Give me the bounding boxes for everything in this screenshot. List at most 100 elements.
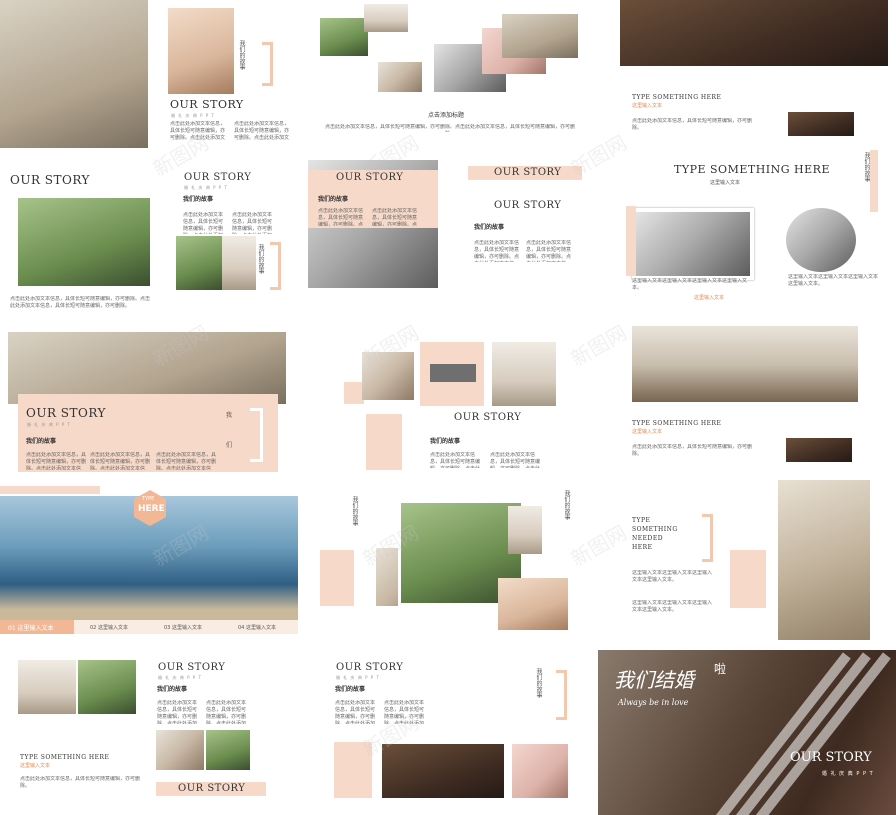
input-text: 这里输入文本 bbox=[632, 429, 663, 435]
cover-story: OUR STORY bbox=[790, 750, 872, 765]
slide-5-2: OUR STORY 婚 礼 庆 典 P P T 我们的故事 点击此处添加文本信息… bbox=[300, 648, 598, 815]
slide-subtitle: 婚 礼 庆 典 P P T bbox=[171, 113, 215, 118]
slide-title: OUR STORY bbox=[336, 662, 404, 673]
our-story-cn: 我们的故事 bbox=[183, 196, 214, 203]
slide-title: OUR STORY bbox=[26, 406, 106, 420]
vertical-title: 我们的故事 bbox=[238, 40, 245, 70]
slide-title: OUR STORY bbox=[170, 98, 244, 111]
bw-round-photo bbox=[786, 208, 856, 272]
input-text: 这里输入文本 bbox=[632, 103, 663, 109]
slide-4-1: TYPE HERE 01 这里输入文本 02 这里输入文本 03 这里输入文本 … bbox=[0, 486, 298, 636]
body-text-2: 点击此处添加文本信息，具体长短可随意编辑，亦可删除。点击此处添加文本信息，具体长… bbox=[372, 208, 418, 226]
slide-3-3: TYPE SOMETHING HERE 这里输入文本 点击此处添加文本信息，具体… bbox=[598, 318, 896, 476]
body-text: 点击此处添加文本信息，具体长短可随意编辑，亦可删除。点击此处添加文本信息，具体长… bbox=[318, 208, 364, 226]
type-something-needed: TYPE SOMETHING NEEDED HERE bbox=[632, 517, 678, 551]
cover-title: 我们结婚 bbox=[614, 668, 694, 692]
tab-2[interactable]: 02 这里输入文本 bbox=[90, 624, 128, 631]
slide-2-3: TYPE SOMETHING HERE 这里输入文本 我们的故事 这里输入文本这… bbox=[598, 150, 896, 310]
vertical-title-2: 我们的故事 bbox=[563, 490, 570, 520]
bracket-decoration bbox=[270, 242, 281, 290]
tab-1[interactable]: 01 这里输入文本 bbox=[8, 623, 54, 632]
input-text: 这里输入文本 bbox=[710, 180, 741, 186]
type-something: TYPE SOMETHING HERE bbox=[20, 754, 110, 761]
vertical-men: 们 bbox=[226, 442, 233, 449]
body-text: 点击此处添加文本信息，具体长短可随意编辑，亦可删除。 bbox=[632, 118, 753, 131]
body-text-2: 点击此处添加文本信息，具体长短可随意编辑，亦可删除。点击此处添加文本信息，具体长… bbox=[490, 452, 541, 468]
slide-title-2: OUR STORY bbox=[178, 783, 246, 794]
our-story-cn-2: 我们的故事 bbox=[474, 224, 505, 231]
body-text-2: 点击此处添加文本信息，具体长短可随意编辑，亦可删除。点击此处添加文本信息，具体长… bbox=[157, 700, 198, 724]
castle-couple-photo bbox=[778, 480, 870, 640]
slide-2-2: OUR STORY 我们的故事 点击此处添加文本信息，具体长短可随意编辑，亦可删… bbox=[300, 160, 598, 310]
slide-1-1: OUR STORY 婚 礼 庆 典 P P T 点击此处添加文本信息，具体长短可… bbox=[0, 0, 298, 148]
type-something: TYPE SOMETHING HERE bbox=[632, 94, 722, 101]
slide-subtitle: 婚 礼 庆 典 P P T bbox=[27, 422, 71, 427]
our-story-cn: 我们的故事 bbox=[157, 686, 188, 693]
our-story-cn: 我们的故事 bbox=[318, 196, 349, 203]
type-something-title: TYPE SOMETHING HERE bbox=[674, 163, 830, 176]
body-text-3: 点击此处添加文本信息，具体长短可随意编辑，亦可删除。点击此处添加文本信息，具体长… bbox=[156, 452, 216, 470]
badge-here: HERE bbox=[138, 504, 165, 514]
slide-subtitle: 婚 礼 庆 典 P P T bbox=[336, 675, 380, 680]
body-text-3: 点击此处添加文本信息，具体长短可随意编辑，亦可删除。点击此处添加文本信息，具体长… bbox=[206, 700, 247, 724]
couple-running-photo bbox=[18, 198, 150, 286]
photo-couple-3 bbox=[378, 62, 422, 92]
input-long: 这里输入文本这里输入文本这里输入文本这里输入文本。 bbox=[632, 570, 712, 583]
body-text-2: 点击此处添加文本信息，具体长短可随意编辑，亦可删除。点击此处添加文本信息，具体长… bbox=[90, 452, 150, 470]
bw-couple-photo bbox=[632, 208, 754, 280]
rings-photo bbox=[786, 438, 852, 462]
cover-sub: 婚 礼 庆 典 P P T bbox=[822, 771, 874, 777]
slide-title: OUR STORY bbox=[10, 173, 90, 187]
bracket-decoration bbox=[702, 514, 713, 562]
photo-couple-1 bbox=[320, 18, 368, 56]
body-text: 点击此处添加文本信息，具体长短可随意编辑，亦可删除。 bbox=[20, 776, 141, 789]
input-red: 这里输入文本 bbox=[694, 295, 725, 301]
tab-3[interactable]: 03 这里输入文本 bbox=[164, 624, 202, 631]
accent-block-left bbox=[320, 550, 354, 606]
slide-title: OUR STORY bbox=[158, 662, 226, 673]
rings-photo bbox=[788, 112, 854, 136]
body-text: 点击此处添加文本信息，具体长短可随意编辑，亦可删除。点击此处添加文本信息，具体长… bbox=[26, 452, 86, 470]
body-text-2: 点击此处添加文本信息，具体长短可随意编辑，亦可删除。点击此处添加文本信息，具体长… bbox=[183, 212, 223, 234]
vertical-title: 我们的故事 bbox=[257, 244, 264, 274]
body-text-2: 点击此处添加文本信息，具体长短可随意编辑，亦可删除。点击此处添加文本信息，具体长… bbox=[234, 121, 290, 141]
cover-la: 啦 bbox=[714, 662, 727, 676]
photo-small-2 bbox=[222, 236, 256, 290]
slide-subtitle: 婚 礼 庆 典 P P T bbox=[158, 675, 202, 680]
input-long-2: 这里输入文本这里输入文本这里输入文本这里输入文本。 bbox=[788, 274, 879, 287]
slide-3-1: OUR STORY 婚 礼 庆 典 P P T 我们的故事 点击此处添加文本信息… bbox=[0, 318, 298, 476]
photo-arch bbox=[18, 660, 76, 714]
slide-1-2: 点击添加标题 点击此处添加文本信息，具体长短可随意编辑，亦可删除。点击此处添加文… bbox=[300, 0, 598, 148]
tab-4[interactable]: 04 这里输入文本 bbox=[238, 624, 276, 631]
slide-5-1: TYPE SOMETHING HERE 这里输入文本 点击此处添加文本信息，具体… bbox=[0, 648, 298, 815]
slide-title-2: OUR STORY bbox=[494, 167, 562, 178]
accent-block bbox=[344, 382, 364, 404]
body-text-4: 点击此处添加文本信息，具体长短可随意编辑，亦可删除。点击此处添加文本信息，具体长… bbox=[526, 240, 572, 262]
slide-3-2: OUR STORY 我们的故事 点击此处添加文本信息，具体长短可随意编辑，亦可删… bbox=[300, 318, 598, 476]
slide-4-3: TYPE SOMETHING NEEDED HERE 这里输入文本这里输入文本这… bbox=[598, 480, 896, 640]
slide-title: OUR STORY bbox=[454, 412, 522, 423]
vertical-title: 我们的故事 bbox=[351, 496, 358, 526]
our-story-cn: 我们的故事 bbox=[335, 686, 366, 693]
photo-couple-4 bbox=[502, 14, 578, 58]
bracket-decoration bbox=[262, 42, 273, 86]
body-text: 点击此处添加文本信息，具体长短可随意编辑，亦可删除。 bbox=[632, 444, 753, 457]
body-text: 点击此处添加文本信息，具体长短可随意编辑，亦可删除。点击此处添加文本信息，具体长… bbox=[430, 452, 481, 468]
body-text: 点击此处添加文本信息，具体长短可随意编辑，亦可删除。点击此处添加文本信息，具体长… bbox=[10, 296, 150, 308]
photo-cups bbox=[492, 342, 556, 406]
slide-4-2: 我们的故事 我们的故事 bbox=[300, 486, 598, 636]
photo-small-2 bbox=[206, 730, 250, 770]
photo-hand bbox=[512, 744, 568, 798]
photo-piano bbox=[382, 744, 504, 798]
bride-window-photo bbox=[168, 8, 234, 94]
couple-photo bbox=[0, 0, 148, 148]
input-long: 这里输入文本这里输入文本这里输入文本这里输入文本。 bbox=[632, 278, 748, 291]
body-text-3: 点击此处添加文本信息，具体长短可随意编辑，亦可删除。点击此处添加文本信息，具体长… bbox=[474, 240, 520, 262]
grey-block bbox=[430, 364, 476, 382]
cover-slide: 我们结婚 啦 Always be in love OUR STORY 婚 礼 庆… bbox=[598, 650, 896, 815]
add-title: 点击添加标题 bbox=[428, 112, 465, 119]
photo-backdrop bbox=[626, 206, 636, 276]
body-text-3: 点击此处添加文本信息，具体长短可随意编辑，亦可删除。点击此处添加文本信息，具体长… bbox=[232, 212, 272, 234]
couple-bench-photo bbox=[632, 326, 858, 402]
photo-couple-garden bbox=[78, 660, 136, 714]
